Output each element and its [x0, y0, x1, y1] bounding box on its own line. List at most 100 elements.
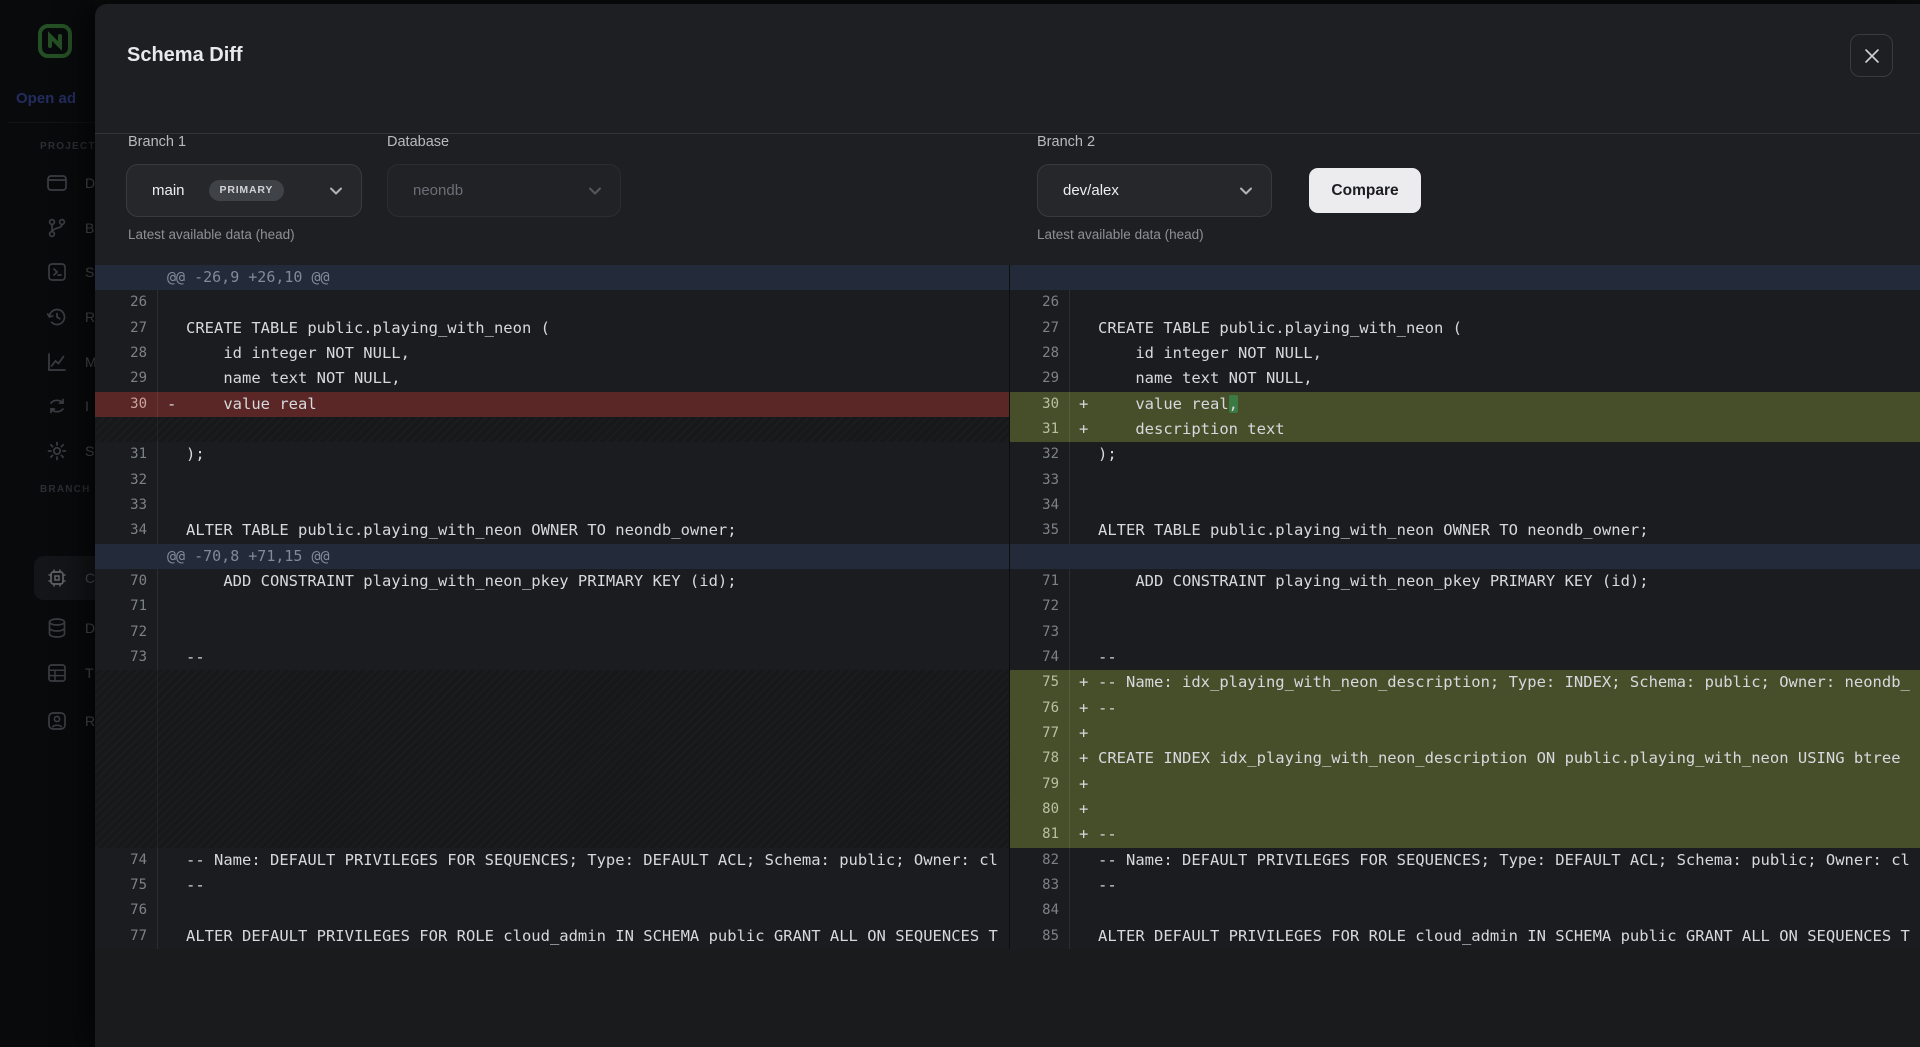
- diff-context-row: 32: [95, 468, 1009, 493]
- line-content: --: [1069, 873, 1920, 898]
- line-number: 70: [95, 569, 157, 594]
- chevron-down-icon: [1237, 182, 1255, 200]
- line-number: 81: [1010, 822, 1069, 847]
- line-number: 79: [1010, 772, 1069, 797]
- line-content: [157, 417, 1009, 442]
- line-content: +: [1069, 797, 1920, 822]
- close-button[interactable]: [1850, 34, 1893, 77]
- branch2-select[interactable]: dev/alex: [1037, 164, 1272, 217]
- line-number: [95, 417, 157, 442]
- line-number: 72: [1010, 594, 1069, 619]
- diff-context-row: 33: [1010, 468, 1920, 493]
- diff-spacer-row: [95, 772, 1009, 797]
- line-number: 26: [95, 290, 157, 315]
- line-number: [95, 746, 157, 771]
- line-number: 34: [95, 518, 157, 543]
- line-content: ADD CONSTRAINT playing_with_neon_pkey PR…: [157, 569, 1009, 594]
- hunk-header-row: @@ -70,8 +71,15 @@: [95, 544, 1009, 569]
- line-number: 72: [95, 620, 157, 645]
- diff-spacer-row: [95, 670, 1009, 695]
- hunk-header-row: [1010, 265, 1920, 290]
- database-label: Database: [387, 134, 449, 150]
- line-content: [157, 772, 1009, 797]
- diff-context-row: 75--: [95, 873, 1009, 898]
- diff-spacer-row: [95, 746, 1009, 771]
- line-content: [157, 620, 1009, 645]
- line-content: - value real: [157, 392, 1009, 417]
- line-content: ADD CONSTRAINT playing_with_neon_pkey PR…: [1069, 569, 1920, 594]
- line-number: 32: [1010, 442, 1069, 467]
- line-content: [157, 493, 1009, 518]
- line-number: 71: [95, 594, 157, 619]
- diff-removed-row: 30- value real: [95, 392, 1009, 417]
- line-content: -- Name: DEFAULT PRIVILEGES FOR SEQUENCE…: [157, 848, 1009, 873]
- line-content: [1069, 594, 1920, 619]
- line-number: 27: [95, 316, 157, 341]
- line-content: );: [1069, 442, 1920, 467]
- diff-context-row: 83--: [1010, 873, 1920, 898]
- database-select[interactable]: neondb: [387, 164, 621, 217]
- added-marker: +: [1079, 721, 1088, 746]
- added-marker: +: [1079, 670, 1088, 695]
- line-content: +--: [1069, 696, 1920, 721]
- compare-button[interactable]: Compare: [1309, 168, 1421, 213]
- app-screen: Open ad PROJECT BRANCH DBSRMISCDTR Schem…: [0, 0, 1920, 1047]
- diff-spacer-row: [95, 696, 1009, 721]
- line-number: 27: [1010, 316, 1069, 341]
- diff-added-row: 80 +: [1010, 797, 1920, 822]
- schema-diff-view: @@ -26,9 +26,10 @@2627CREATE TABLE publi…: [95, 265, 1920, 949]
- line-number: 33: [95, 493, 157, 518]
- diff-context-row: 33: [95, 493, 1009, 518]
- line-number: 34: [1010, 493, 1069, 518]
- diff-context-row: 72: [95, 620, 1009, 645]
- line-content: ALTER TABLE public.playing_with_neon OWN…: [157, 518, 1009, 543]
- line-content: ALTER DEFAULT PRIVILEGES FOR ROLE cloud_…: [1069, 924, 1920, 949]
- line-number: 75: [95, 873, 157, 898]
- diff-context-row: 74-- Name: DEFAULT PRIVILEGES FOR SEQUEN…: [95, 848, 1009, 873]
- line-content: [1069, 290, 1920, 315]
- diff-context-row: 34: [1010, 493, 1920, 518]
- line-content: +-- Name: idx_playing_with_neon_descript…: [1069, 670, 1920, 695]
- diff-added-row: 75+-- Name: idx_playing_with_neon_descri…: [1010, 670, 1920, 695]
- line-content: + description text: [1069, 417, 1920, 442]
- line-number: 32: [95, 468, 157, 493]
- line-number: 71: [1010, 569, 1069, 594]
- hunk-header-row: @@ -26,9 +26,10 @@: [95, 265, 1009, 290]
- line-number: 33: [1010, 468, 1069, 493]
- line-number: [95, 797, 157, 822]
- chevron-down-icon: [586, 182, 604, 200]
- line-content: --: [1069, 645, 1920, 670]
- line-number: 29: [95, 366, 157, 391]
- branch2-caption: Latest available data (head): [1037, 227, 1204, 242]
- line-content: [157, 898, 1009, 923]
- diff-spacer-row: [95, 417, 1009, 442]
- diff-context-row: 71: [95, 594, 1009, 619]
- diff-added-row: 31+ description text: [1010, 417, 1920, 442]
- line-content: +CREATE INDEX idx_playing_with_neon_desc…: [1069, 746, 1920, 771]
- line-content: +--: [1069, 822, 1920, 847]
- line-content: [157, 670, 1009, 695]
- diff-context-row: 85ALTER DEFAULT PRIVILEGES FOR ROLE clou…: [1010, 924, 1920, 949]
- diff-context-row: 73--: [95, 645, 1009, 670]
- diff-pane-branch1: @@ -26,9 +26,10 @@2627CREATE TABLE publi…: [95, 265, 1009, 949]
- line-content: );: [157, 442, 1009, 467]
- diff-spacer-row: [95, 822, 1009, 847]
- branch1-label: Branch 1: [128, 134, 186, 150]
- line-number: 26: [1010, 290, 1069, 315]
- word-diff-highlight: ,: [1229, 395, 1238, 413]
- diff-context-row: 26: [95, 290, 1009, 315]
- modal-backdrop[interactable]: [0, 0, 95, 1047]
- line-number: [95, 670, 157, 695]
- diff-added-row: 30+ value real,: [1010, 392, 1920, 417]
- diff-added-row: 76+--: [1010, 696, 1920, 721]
- diff-pane-branch2: 2627CREATE TABLE public.playing_with_neo…: [1009, 265, 1920, 949]
- line-number: 80: [1010, 797, 1069, 822]
- branch1-select[interactable]: main PRIMARY: [126, 164, 362, 217]
- line-number: 31: [1010, 417, 1069, 442]
- line-content: [157, 696, 1009, 721]
- added-marker: +: [1079, 797, 1088, 822]
- line-number: 28: [95, 341, 157, 366]
- diff-context-row: 32);: [1010, 442, 1920, 467]
- header-divider: [95, 133, 1920, 134]
- line-content: [1069, 468, 1920, 493]
